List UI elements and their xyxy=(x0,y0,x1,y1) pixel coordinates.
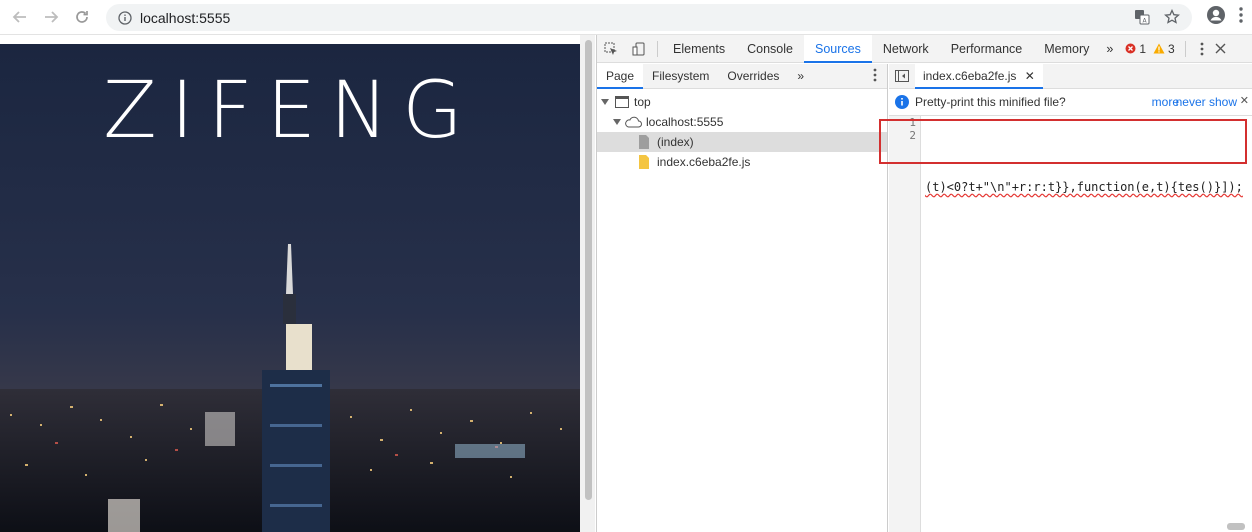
more-tabs-button[interactable]: » xyxy=(1100,35,1119,63)
tab-performance[interactable]: Performance xyxy=(940,35,1034,63)
script-file-icon xyxy=(639,155,649,169)
nav-tab-filesystem[interactable]: Filesystem xyxy=(643,64,718,89)
file-navigator: Page Filesystem Overrides » top localhos… xyxy=(597,63,888,532)
editor-file-tab[interactable]: index.c6eba2fe.js ✕ xyxy=(915,63,1043,89)
page-scrollbar-thumb[interactable] xyxy=(585,40,592,500)
editor-tab-bar: index.c6eba2fe.js ✕ xyxy=(889,63,1252,89)
nav-tab-overrides[interactable]: Overrides xyxy=(718,64,788,89)
back-icon[interactable] xyxy=(9,6,31,28)
tree-item-top[interactable]: top xyxy=(597,92,887,112)
editor-file-name: index.c6eba2fe.js xyxy=(923,68,1017,83)
code-line[interactable]: (t)<0?t+"\n"+r:r:t}},function(e,t){tes()… xyxy=(925,181,1243,194)
tab-console[interactable]: Console xyxy=(736,35,804,63)
tab-sources[interactable]: Sources xyxy=(803,34,872,63)
browser-menu-icon[interactable] xyxy=(1238,6,1244,24)
expand-arrow-icon[interactable] xyxy=(613,118,621,126)
navigator-tabs: Page Filesystem Overrides » xyxy=(597,63,887,89)
inspect-element-icon[interactable] xyxy=(597,35,625,63)
navigator-menu-icon[interactable] xyxy=(873,68,877,85)
tree-item-script[interactable]: index.c6eba2fe.js xyxy=(597,152,887,172)
tab-memory[interactable]: Memory xyxy=(1033,35,1100,63)
browser-toolbar: localhost:5555 A xyxy=(0,0,1252,35)
tree-item-label: top xyxy=(634,95,651,109)
tab-divider xyxy=(1184,40,1186,57)
error-count: 1 xyxy=(1139,41,1147,56)
line-number-gutter: 1 2 xyxy=(889,116,921,532)
document-file-icon xyxy=(639,135,649,149)
warning-icon xyxy=(1153,43,1165,54)
tab-divider xyxy=(657,40,658,57)
editor-scrollbar-thumb[interactable] xyxy=(1227,523,1245,530)
translate-icon[interactable]: A xyxy=(1134,9,1150,25)
frame-icon xyxy=(615,96,629,108)
pretty-print-infobar: Pretty-print this minified file? more ne… xyxy=(889,89,1252,116)
devtools-panel: Elements Console Sources Network Perform… xyxy=(596,34,1252,532)
tree-item-label: (index) xyxy=(657,135,694,149)
annotation-highlight-box xyxy=(879,119,1247,164)
warning-count: 3 xyxy=(1168,41,1175,56)
issues-counter[interactable]: 1 3 xyxy=(1125,41,1175,56)
expand-arrow-icon[interactable] xyxy=(601,98,609,106)
bookmark-star-icon[interactable] xyxy=(1164,9,1180,25)
info-icon xyxy=(895,95,909,109)
close-devtools-icon[interactable] xyxy=(1210,35,1232,63)
web-page-viewport: ZIFENG xyxy=(0,44,580,532)
address-bar[interactable]: localhost:5555 A xyxy=(106,4,1192,31)
cloud-icon xyxy=(625,116,642,128)
tree-item-origin[interactable]: localhost:5555 xyxy=(597,112,887,132)
profile-avatar-icon[interactable] xyxy=(1206,5,1226,25)
tree-item-label: index.c6eba2fe.js xyxy=(657,155,751,169)
devtools-tab-bar: Elements Console Sources Network Perform… xyxy=(597,34,1252,63)
close-infobar-icon[interactable]: ✕ xyxy=(1240,94,1249,107)
infobar-message: Pretty-print this minified file? xyxy=(915,95,1066,109)
url-text[interactable]: localhost:5555 xyxy=(140,10,230,26)
page-title: ZIFENG xyxy=(103,66,477,156)
tab-elements[interactable]: Elements xyxy=(662,35,736,63)
forward-icon[interactable] xyxy=(40,6,62,28)
tab-network[interactable]: Network xyxy=(872,35,940,63)
reload-icon[interactable] xyxy=(71,6,93,28)
error-icon xyxy=(1125,43,1136,54)
device-toolbar-icon[interactable] xyxy=(625,35,653,63)
nav-more-tabs-button[interactable]: » xyxy=(788,64,813,89)
infobar-never-show-link[interactable]: never show xyxy=(1176,95,1237,109)
tree-item-index[interactable]: (index) xyxy=(597,132,887,152)
info-icon[interactable] xyxy=(118,10,132,25)
close-tab-icon[interactable]: ✕ xyxy=(1025,69,1035,83)
devtools-menu-icon[interactable] xyxy=(1194,35,1210,63)
nav-tab-page[interactable]: Page xyxy=(597,63,644,89)
tree-item-label: localhost:5555 xyxy=(646,115,724,129)
toggle-navigator-icon[interactable] xyxy=(889,70,915,82)
